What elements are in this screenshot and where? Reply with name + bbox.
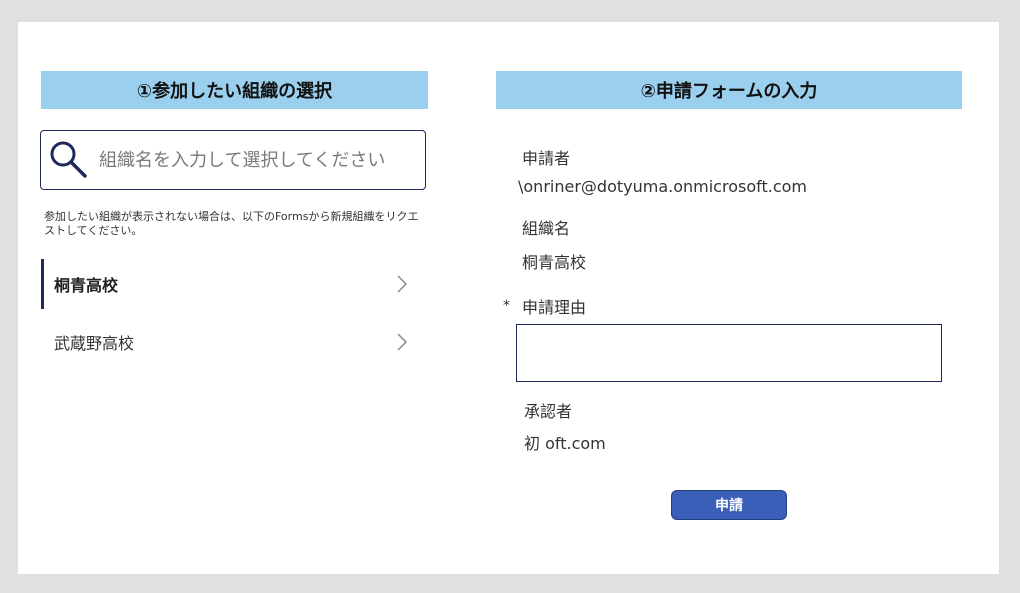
organization-label: 組織名 — [522, 219, 571, 238]
chevron-right-icon — [397, 275, 408, 293]
org-select-title: ①参加したい組織の選択 — [136, 81, 333, 102]
org-name: 武蔵野高校 — [54, 334, 135, 353]
org-list-item-0[interactable]: 桐青高校 — [41, 259, 428, 309]
reason-label: 申請理由 — [522, 298, 587, 317]
chevron-right-icon — [397, 333, 408, 351]
applicant-label: 申請者 — [522, 149, 571, 168]
required-mark: * — [503, 298, 510, 314]
new-org-note: 参加したい組織が表示されない場合は、以下のFormsから新規組織をリクエストして… — [44, 210, 419, 237]
org-name: 桐青高校 — [54, 276, 119, 295]
approver-label: 承認者 — [524, 402, 573, 421]
organization-value: 桐青高校 — [522, 253, 587, 272]
applicant-value: \onriner@dotyuma.onmicrosoft.com — [518, 177, 807, 196]
search-icon — [50, 141, 87, 178]
org-search-box[interactable] — [40, 130, 426, 190]
submit-button[interactable]: 申請 — [671, 490, 787, 520]
org-list-item-1[interactable]: 武蔵野高校 — [41, 317, 428, 367]
approver-value: 初 oft.com — [524, 434, 606, 453]
app-canvas: ①参加したい組織の選択 参加したい組織が表示されない場合は、以下のFormsから… — [18, 22, 999, 574]
application-form-title: ②申請フォームの入力 — [640, 81, 818, 102]
org-search-input[interactable] — [97, 148, 417, 172]
reason-input[interactable] — [516, 324, 942, 382]
application-form-header: ②申請フォームの入力 — [496, 71, 962, 109]
org-select-header: ①参加したい組織の選択 — [41, 71, 428, 109]
